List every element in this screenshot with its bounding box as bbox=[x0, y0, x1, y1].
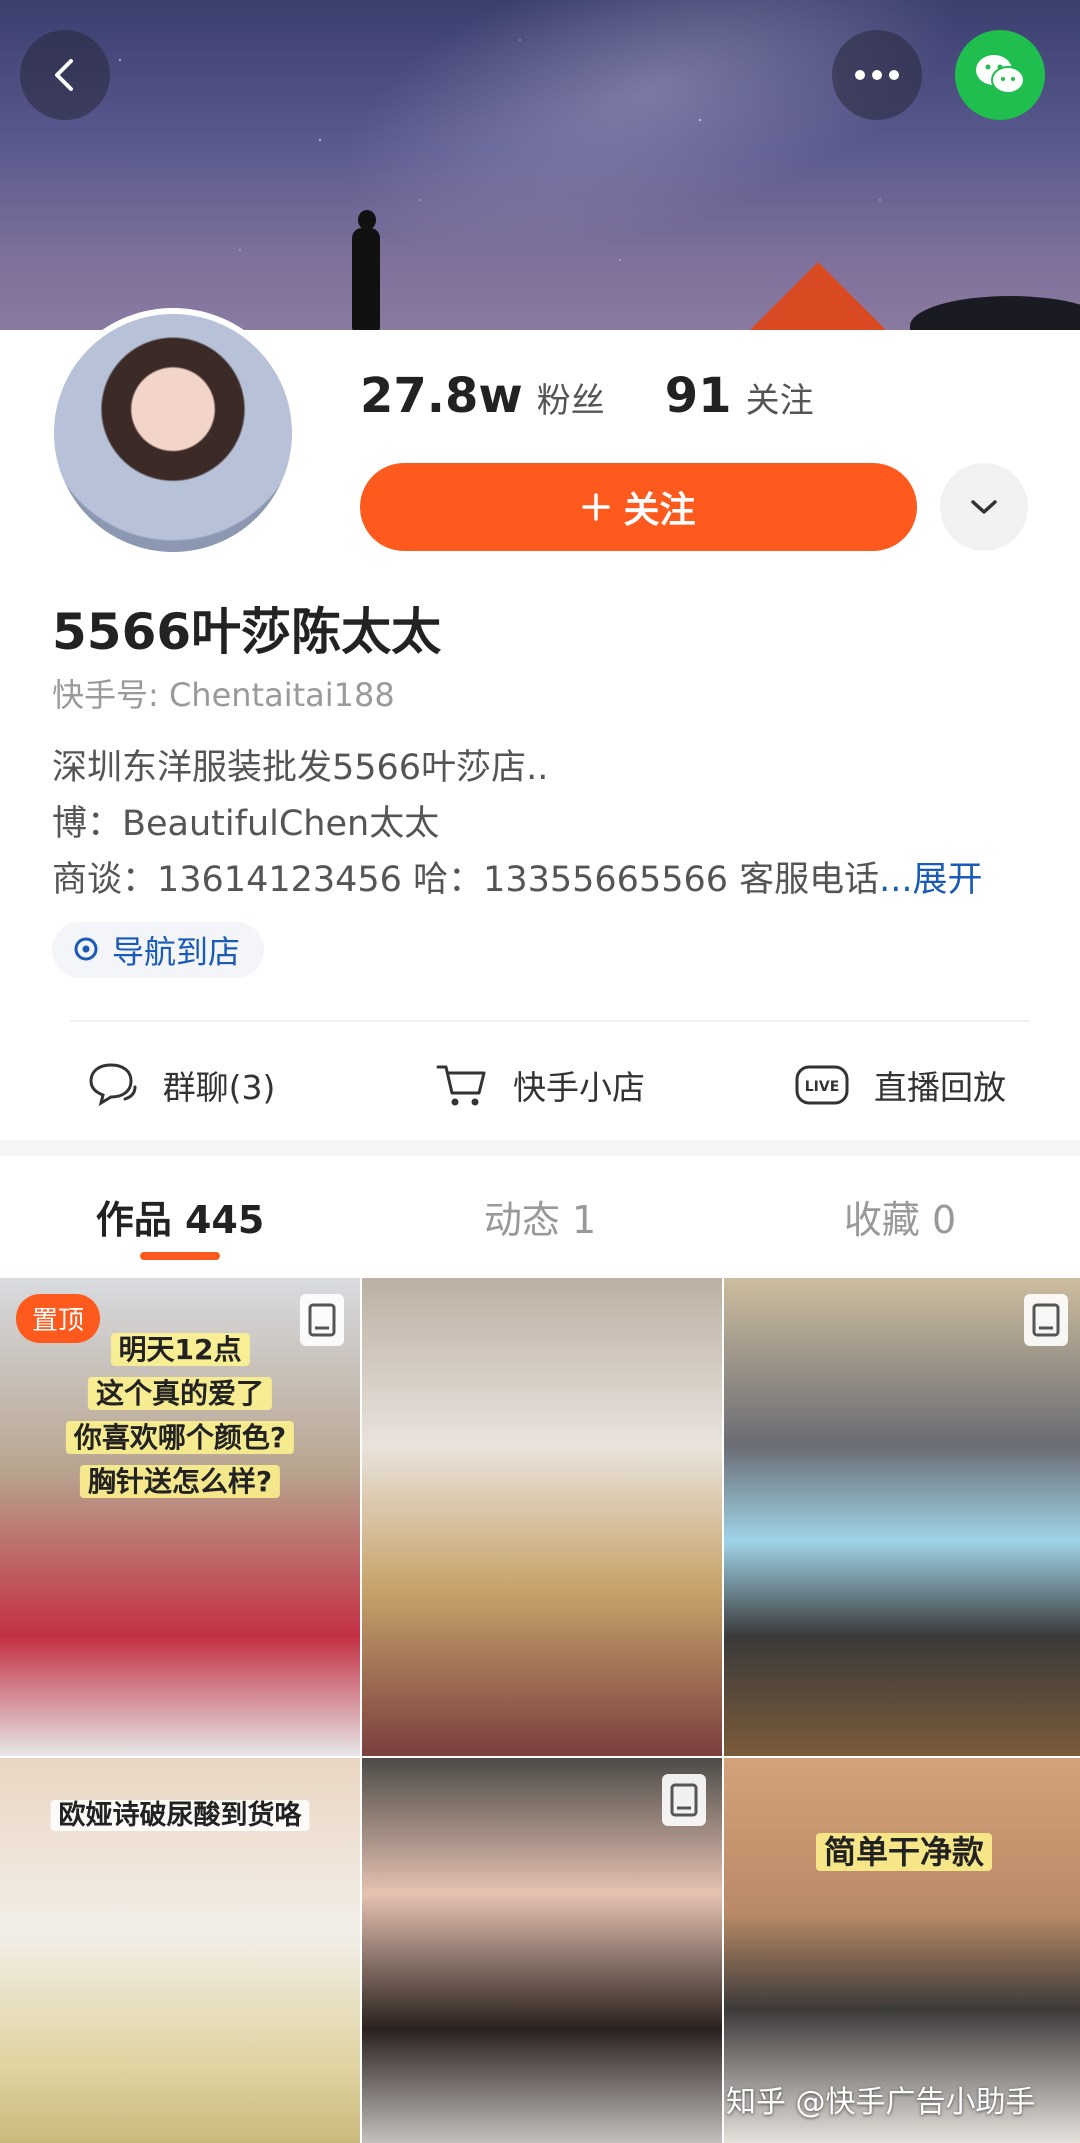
group-chat-label: 群聊(3) bbox=[162, 1068, 276, 1107]
watermark: 知乎 @快手广告小助手 bbox=[726, 2085, 1036, 2120]
photo-set-icon bbox=[1024, 1294, 1068, 1346]
works-grid: 置顶 明天12点 这个真的爱了 你喜欢哪个颜色? 胸针送怎么样? 欧娅诗破尿酸到… bbox=[0, 1278, 1080, 2143]
tab-favorites-label: 收藏 0 bbox=[843, 1197, 957, 1242]
caption-line: 欧娅诗破尿酸到货咯 bbox=[50, 1800, 310, 1831]
location-pin-icon bbox=[74, 937, 98, 961]
account-id: 快手号: Chentaitai188 bbox=[52, 676, 395, 714]
svg-text:LIVE: LIVE bbox=[805, 1079, 840, 1095]
navigate-to-store-label: 导航到店 bbox=[112, 933, 241, 971]
live-replay-label: 直播回放 bbox=[874, 1068, 1006, 1107]
chat-bubble-icon bbox=[89, 1063, 137, 1107]
bio-line: 博：BeautifulChen太太 bbox=[52, 804, 440, 844]
back-button[interactable] bbox=[20, 30, 110, 120]
live-icon: LIVE bbox=[795, 1065, 849, 1105]
profile-section: 27.8w 粉丝 91 关注 关注 5566叶莎陈太太 快手号: Chentai… bbox=[0, 308, 1080, 1140]
follow-button-label: 关注 bbox=[623, 490, 696, 531]
chevron-left-icon bbox=[55, 59, 73, 91]
video-thumbnail[interactable] bbox=[362, 1278, 722, 1756]
wechat-icon bbox=[976, 55, 1025, 94]
video-thumbnail[interactable] bbox=[362, 1758, 722, 2143]
tab-moments-label: 动态 1 bbox=[483, 1197, 597, 1242]
fans-label[interactable]: 粉丝 bbox=[537, 373, 605, 422]
divider bbox=[70, 1020, 1030, 1022]
following-count[interactable]: 91 bbox=[665, 368, 732, 424]
video-thumbnail[interactable] bbox=[724, 1278, 1080, 1756]
action-bar: 群聊(3) 快手小店 LIVE 直播回放 bbox=[0, 1030, 1080, 1140]
bio: 深圳东洋服装批发5566叶莎店.. 博：BeautifulChen太太 商谈：1… bbox=[52, 740, 1052, 908]
bio-line: 商谈：13614123456 哈：13355665566 客服电话...展开 bbox=[52, 852, 1052, 908]
section-separator bbox=[0, 1140, 1080, 1156]
caption-line: 你喜欢哪个颜色? bbox=[65, 1421, 295, 1454]
avatar[interactable] bbox=[48, 308, 298, 558]
following-label[interactable]: 关注 bbox=[746, 373, 814, 422]
follow-button[interactable]: 关注 bbox=[360, 463, 917, 551]
content-tabs: 作品 445 动态 1 收藏 0 bbox=[0, 1156, 1080, 1276]
thumbnail-caption: 明天12点 这个真的爱了 你喜欢哪个颜色? 胸针送怎么样? bbox=[65, 1328, 295, 1504]
more-button[interactable] bbox=[832, 30, 922, 120]
caption-line: 这个真的爱了 bbox=[87, 1377, 272, 1410]
ellipsis-icon bbox=[855, 70, 899, 80]
tab-works[interactable]: 作品 445 bbox=[0, 1156, 360, 1276]
caption-line: 简单干净款 bbox=[815, 1833, 993, 1871]
navigate-to-store-button[interactable]: 导航到店 bbox=[52, 922, 265, 978]
chevron-down-icon bbox=[971, 500, 997, 514]
video-thumbnail[interactable]: 置顶 明天12点 这个真的爱了 你喜欢哪个颜色? 胸针送怎么样? bbox=[0, 1278, 360, 1756]
banner-stars bbox=[0, 0, 1080, 330]
tab-active-indicator bbox=[140, 1252, 220, 1260]
photo-set-icon bbox=[300, 1294, 344, 1346]
photo-set-icon bbox=[662, 1774, 706, 1826]
tab-moments[interactable]: 动态 1 bbox=[360, 1156, 720, 1276]
wechat-share-button[interactable] bbox=[955, 30, 1045, 120]
banner-silhouette bbox=[346, 210, 386, 330]
kwai-shop-button[interactable]: 快手小店 bbox=[360, 1030, 720, 1140]
thumbnail-caption: 简单干净款 bbox=[815, 1830, 993, 1874]
recommend-dropdown-button[interactable] bbox=[940, 463, 1028, 551]
tab-works-label: 作品 445 bbox=[95, 1197, 265, 1242]
thumbnail-caption: 欧娅诗破尿酸到货咯 bbox=[50, 1794, 310, 1838]
plus-icon bbox=[582, 493, 611, 521]
stats-row: 27.8w 粉丝 91 关注 bbox=[360, 368, 874, 424]
group-chat-button[interactable]: 群聊(3) bbox=[0, 1030, 360, 1140]
tab-favorites[interactable]: 收藏 0 bbox=[720, 1156, 1080, 1276]
bio-line-text: 商谈：13614123456 哈：13355665566 客服电话 bbox=[52, 860, 880, 900]
video-thumbnail[interactable]: 欧娅诗破尿酸到货咯 bbox=[0, 1758, 360, 2143]
banner-tent bbox=[748, 262, 888, 330]
bio-line: 深圳东洋服装批发5566叶莎店.. bbox=[52, 748, 549, 788]
kwai-shop-label: 快手小店 bbox=[513, 1068, 645, 1107]
live-replay-button[interactable]: LIVE 直播回放 bbox=[720, 1030, 1080, 1140]
caption-line: 胸针送怎么样? bbox=[79, 1465, 281, 1498]
caption-line: 明天12点 bbox=[110, 1333, 250, 1366]
shopping-cart-icon bbox=[436, 1065, 486, 1106]
profile-name: 5566叶莎陈太太 bbox=[52, 603, 442, 661]
profile-banner bbox=[0, 0, 1080, 330]
fans-count[interactable]: 27.8w bbox=[360, 368, 523, 424]
bio-expand-link[interactable]: ...展开 bbox=[879, 860, 982, 900]
